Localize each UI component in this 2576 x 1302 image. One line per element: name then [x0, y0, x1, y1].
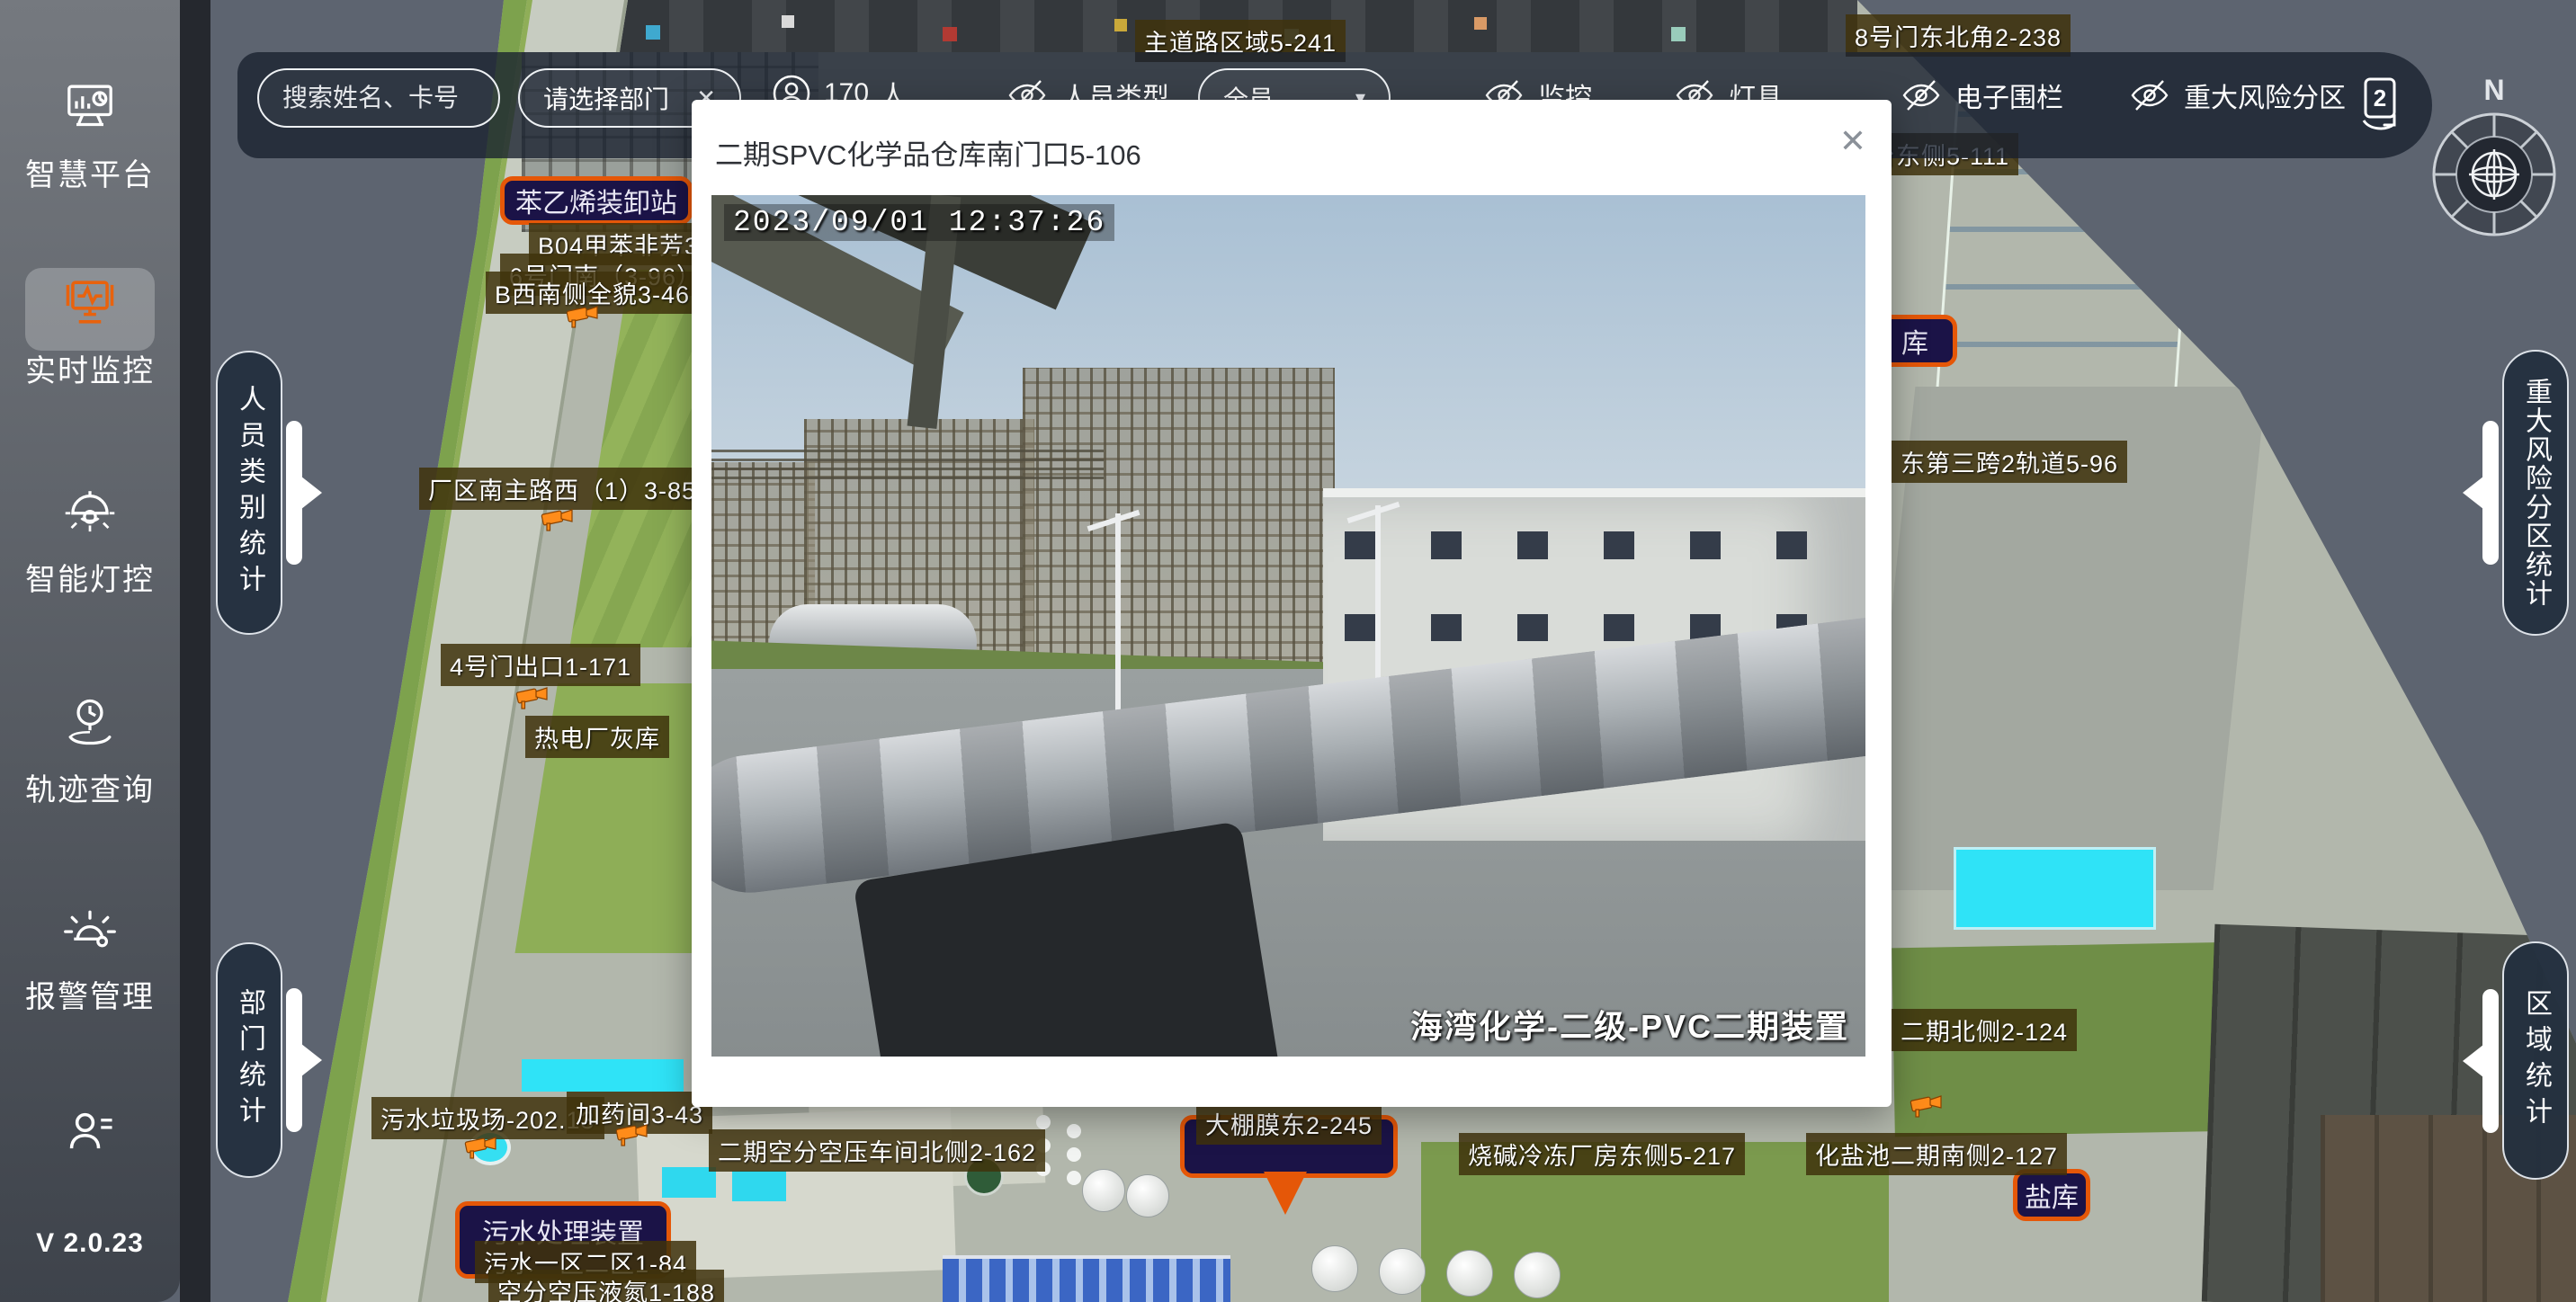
map-storage-tank — [1514, 1252, 1561, 1298]
expand-arrow-icon[interactable] — [2482, 989, 2499, 1133]
map-building-label[interactable]: 苯乙烯装卸站 — [500, 176, 693, 225]
map-blue-tanks — [943, 1255, 1230, 1302]
sidebar-item-label: 智慧平台 — [0, 150, 180, 194]
map-cyan-pool — [1954, 847, 2156, 930]
map-switch-count: 2 — [2374, 85, 2386, 111]
map-camera-label[interactable]: 加药间3-43 — [567, 1092, 712, 1134]
map-camera-label[interactable]: 烧碱冷冻厂房东侧5-217 — [1459, 1133, 1745, 1175]
map-camera-label[interactable]: B西南侧全貌3-46 — [486, 272, 699, 314]
compass-north-label: N — [2428, 74, 2560, 107]
map-camera-label[interactable]: 空分空压液氮1-188 — [488, 1270, 724, 1302]
panel-tab-person-category-stats[interactable]: 人员类别统计 — [216, 351, 282, 635]
search-input-wrap[interactable] — [257, 68, 500, 128]
camera-modal-title: 二期SPVC化学品仓库南门口5-106 — [715, 132, 1141, 173]
smart-platform-icon — [60, 79, 120, 133]
map-small-tanks — [1036, 1115, 1051, 1129]
map-edge-strip — [180, 0, 210, 1302]
panel-tab-label: 重大风险分区统计 — [2516, 378, 2555, 608]
sidebar-item-smart-lighting[interactable]: 智能灯控 — [0, 484, 180, 599]
panel-tab-major-risk-zone-stats[interactable]: 重大风险分区统计 — [2502, 350, 2569, 636]
panel-tab-label: 区域统计 — [2516, 989, 2555, 1133]
map-switch-button[interactable]: 2 — [2355, 76, 2407, 135]
toggle-efence[interactable]: 电子围栏 — [1900, 74, 2063, 117]
pipe-rack — [711, 445, 1104, 479]
expand-arrow-icon[interactable] — [286, 421, 302, 565]
map-cyan-pool — [522, 1059, 684, 1092]
close-icon[interactable]: ✕ — [1839, 125, 1866, 157]
eye-slash-icon — [1900, 74, 1943, 117]
toggle-label: 重大风险分区 — [2184, 76, 2346, 115]
map-storage-tank — [1446, 1250, 1493, 1297]
map-storage-tank — [1379, 1248, 1426, 1295]
app-root: { "app": { "version": "V 2.0.23" }, "sid… — [0, 0, 2576, 1302]
compass[interactable]: N — [2428, 74, 2560, 245]
user-list-icon — [60, 1104, 120, 1158]
sidebar-item-user-list[interactable] — [0, 1104, 180, 1175]
map-camera-label[interactable]: 化盐池二期南侧2-127 — [1806, 1133, 2067, 1175]
search-input[interactable] — [282, 84, 475, 112]
toggle-major-risk-zone[interactable]: 重大风险分区 — [2128, 74, 2346, 117]
sidebar-item-smart-platform[interactable]: 智慧平台 — [0, 79, 180, 194]
map-building-label[interactable]: 盐库 — [2013, 1169, 2090, 1221]
panel-tab-label: 部门统计 — [229, 988, 269, 1132]
map-cyan-skylight — [662, 1167, 716, 1198]
map-camera-label[interactable]: 二期空分空压车间北侧2-162 — [709, 1129, 1045, 1172]
map-camera-label[interactable]: 大棚膜东2-245 — [1196, 1102, 1382, 1145]
expand-arrow-icon[interactable] — [286, 988, 302, 1132]
panel-tab-area-stats[interactable]: 区域统计 — [2502, 941, 2569, 1180]
sidebar-item-realtime-monitor[interactable]: 实时监控 — [0, 275, 180, 390]
expand-arrow-icon[interactable] — [2482, 421, 2499, 565]
sidebar-item-track-query[interactable]: 轨迹查询 — [0, 694, 180, 809]
camera-modal: 二期SPVC化学品仓库南门口5-106 ✕ 2023/09/01 12:37:2… — [692, 100, 1892, 1107]
panel-tab-department-stats[interactable]: 部门统计 — [216, 942, 282, 1178]
map-storage-tank — [1311, 1245, 1358, 1292]
camera-watermark: 海湾化学-二级-PVC二期装置 — [1410, 1001, 1849, 1048]
map-storage-tank — [1082, 1169, 1125, 1212]
map-camera-label[interactable]: 热电厂灰库 — [525, 716, 669, 758]
map-camera-label[interactable]: 4号门出口1-171 — [441, 644, 640, 686]
map-camera-label[interactable]: 厂区南主路西（1）3-85 — [419, 468, 705, 510]
sidebar-item-label: 实时监控 — [0, 346, 180, 390]
eye-slash-icon — [2128, 74, 2171, 117]
panel-tab-label: 人员类别统计 — [229, 385, 269, 601]
app-sidebar: 智慧平台 实时监控 智能灯控 轨迹查询 — [0, 0, 180, 1302]
realtime-monitor-icon — [60, 275, 120, 329]
alarm-management-icon — [60, 901, 120, 955]
track-query-icon — [60, 694, 120, 748]
map-cyan-skylight — [732, 1171, 786, 1201]
sidebar-item-label: 智能灯控 — [0, 555, 180, 599]
app-version: V 2.0.23 — [0, 1228, 180, 1259]
map-camera-label[interactable]: 二期北侧2-124 — [1892, 1009, 2077, 1051]
smart-lighting-icon — [60, 484, 120, 538]
map-storage-tank — [1126, 1174, 1169, 1217]
street-lamp — [1375, 505, 1381, 695]
sidebar-item-alarm-management[interactable]: 报警管理 — [0, 901, 180, 1016]
compass-rose-icon — [2428, 109, 2560, 240]
sidebar-item-label: 报警管理 — [0, 972, 180, 1016]
toggle-label: 电子围栏 — [1955, 76, 2063, 115]
department-select-placeholder: 请选择部门 — [543, 80, 669, 116]
camera-timestamp: 2023/09/01 12:37:26 — [724, 204, 1114, 241]
map-camera-label[interactable]: 8号门东北角2-238 — [1846, 14, 2071, 57]
sidebar-item-label: 轨迹查询 — [0, 765, 180, 809]
map-camera-label[interactable]: 东第三跨2轨道5-96 — [1892, 441, 2127, 483]
camera-feed-image: 2023/09/01 12:37:26 海湾化学-二级-PVC二期装置 — [711, 195, 1865, 1057]
